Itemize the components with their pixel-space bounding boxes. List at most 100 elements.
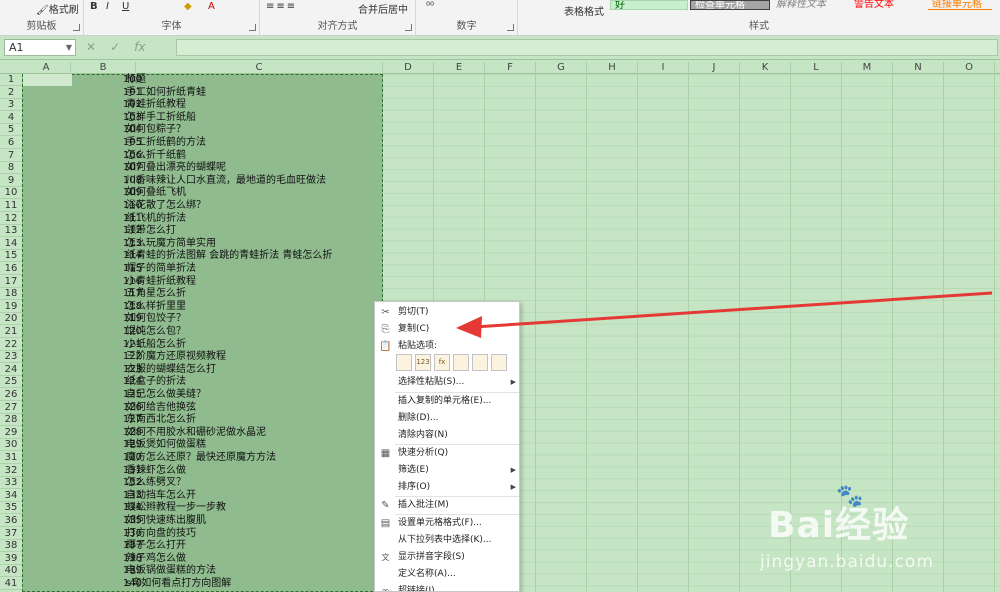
row-header[interactable]: 12 bbox=[0, 213, 22, 225]
table-row[interactable]: 114 纸青蛙的折法图解 会跳的青蛙折法 青蛙怎么折 bbox=[22, 250, 383, 262]
align-icons[interactable]: ≡≡≡ bbox=[266, 1, 297, 12]
cell-c-value[interactable]: 魔方怎么还原？最快还原魔方方法 bbox=[126, 452, 276, 464]
menu-item-delete[interactable]: 删除(D)... bbox=[375, 410, 519, 427]
style-explanatory[interactable]: 解释性文本 bbox=[772, 0, 848, 10]
cell-c-value[interactable]: 小青蛙折纸教程 bbox=[126, 276, 196, 288]
table-row[interactable]: 113 怎么玩魔方简单实用 bbox=[22, 238, 383, 250]
style-check-cell[interactable]: 检查单元格 bbox=[690, 0, 770, 10]
cell-c-value[interactable]: 手工如何折纸青蛙 bbox=[126, 87, 206, 99]
cell-c-value[interactable]: 浴花散了怎么绑？ bbox=[126, 200, 206, 212]
alignment-launcher-icon[interactable] bbox=[405, 24, 412, 31]
column-header-n[interactable]: N bbox=[893, 62, 944, 74]
table-row[interactable]: 128 如何不用胶水和硼砂泥做水晶泥 bbox=[22, 427, 383, 439]
chevron-down-icon[interactable]: ▼ bbox=[66, 40, 72, 55]
row-header[interactable]: 6 bbox=[0, 137, 22, 149]
row-header[interactable]: 38 bbox=[0, 540, 22, 553]
table-row[interactable]: 107 如何叠出漂亮的蝴蝶呢 bbox=[22, 162, 383, 174]
table-row[interactable]: 108 川香味辣让人口水直流，最地道的毛血旺做法 bbox=[22, 175, 383, 187]
table-row[interactable]: 111 纸飞机的折法 bbox=[22, 213, 383, 225]
insert-function-icon[interactable]: fx bbox=[134, 40, 145, 54]
table-row[interactable]: 119 如何包饺子？ bbox=[22, 313, 383, 325]
table-row[interactable]: 116 小青蛙折纸教程 bbox=[22, 276, 383, 288]
table-row[interactable]: 106 怎么折千纸鹤 bbox=[22, 150, 383, 162]
column-header-h[interactable]: H bbox=[587, 62, 638, 74]
table-row[interactable]: 132 怎么练劈叉？ bbox=[22, 477, 383, 489]
fill-color-icon[interactable]: ◆ bbox=[184, 1, 192, 12]
row-header[interactable]: 17 bbox=[0, 276, 22, 288]
row-header[interactable]: 13 bbox=[0, 225, 22, 238]
column-header-d[interactable]: D bbox=[383, 62, 434, 74]
table-row[interactable]: 117 五角星怎么折 bbox=[22, 288, 383, 300]
cell-c-value[interactable]: 帽子的简单折法 bbox=[126, 263, 196, 275]
cell-c-value[interactable]: 如何包粽子？ bbox=[126, 124, 186, 136]
row-header[interactable]: 10 bbox=[0, 187, 22, 200]
cell-c-value[interactable]: 手工折纸鹤的方法 bbox=[126, 137, 206, 149]
cancel-icon[interactable]: ✕ bbox=[86, 40, 96, 54]
number-launcher-icon[interactable] bbox=[507, 24, 514, 31]
menu-item-sort[interactable]: 排序(O) ▶ bbox=[375, 479, 519, 496]
table-row[interactable]: 103 怎样手工折纸船 bbox=[22, 112, 383, 124]
menu-item-format-cells[interactable]: ▤ 设置单元格格式(F)... bbox=[375, 515, 519, 532]
cell-c-value[interactable]: 如何叠纸飞机 bbox=[126, 187, 186, 199]
row-header[interactable]: 5 bbox=[0, 124, 22, 137]
cell-c-value[interactable]: 辣子鸡怎么做 bbox=[126, 553, 186, 565]
menu-item-clear[interactable]: 清除内容(N) bbox=[375, 427, 519, 444]
column-header-f[interactable]: F bbox=[485, 62, 536, 74]
row-header[interactable]: 25 bbox=[0, 376, 22, 389]
row-header[interactable]: 9 bbox=[0, 175, 22, 187]
table-row[interactable]: 139 电饭锅做蛋糕的方法 bbox=[22, 565, 383, 577]
cell-c-value[interactable]: 如何叠出漂亮的蝴蝶呢 bbox=[126, 162, 226, 174]
cell-c-value[interactable]: 纸青蛙的折法图解 会跳的青蛙折法 青蛙怎么折 bbox=[126, 250, 332, 262]
table-row[interactable]: 100 标题 bbox=[22, 74, 383, 86]
table-row[interactable]: 102 青蛙折纸教程 bbox=[22, 99, 383, 111]
table-row[interactable]: 126 如何给吉他换弦 bbox=[22, 402, 383, 414]
cell-c-value[interactable]: 自动挡车怎么开 bbox=[126, 490, 196, 502]
table-row[interactable]: 138 辣子鸡怎么做 bbox=[22, 553, 383, 565]
row-header[interactable]: 36 bbox=[0, 515, 22, 527]
column-header-g[interactable]: G bbox=[536, 62, 587, 74]
row-header[interactable]: 19 bbox=[0, 301, 22, 313]
cell-c-value[interactable]: 五角星怎么折 bbox=[126, 288, 186, 300]
table-row[interactable]: 115 帽子的简单折法 bbox=[22, 263, 383, 275]
row-header[interactable]: 32 bbox=[0, 465, 22, 477]
menu-item-pick-list[interactable]: 从下拉列表中选择(K)... bbox=[375, 532, 519, 549]
row-header[interactable]: 41 bbox=[0, 578, 22, 590]
table-row[interactable]: 122 三阶魔方还原视频教程 bbox=[22, 351, 383, 363]
row-header[interactable]: 23 bbox=[0, 351, 22, 364]
cell-c-value[interactable]: 怎样手工折纸船 bbox=[126, 112, 196, 124]
row-header[interactable]: 29 bbox=[0, 427, 22, 439]
paste-option-icon[interactable]: fx bbox=[434, 354, 450, 371]
paste-option-icon[interactable]: 123 bbox=[415, 354, 431, 371]
table-row[interactable]: 135 如何快速练出腹肌 bbox=[22, 515, 383, 527]
cell-c-value[interactable]: 衣服的蝴蝶结怎么打 bbox=[126, 364, 216, 376]
column-header-j[interactable]: J bbox=[689, 62, 740, 74]
cell-c-value[interactable]: 蜈蚣辫教程一步一步教 bbox=[126, 502, 226, 514]
cell-c-value[interactable]: 电饭锅做蛋糕的方法 bbox=[126, 565, 216, 577]
table-row[interactable]: 120 馄饨怎么包？ bbox=[22, 326, 383, 338]
cell-c-value[interactable]: 三阶魔方还原视频教程 bbox=[126, 351, 226, 363]
cell-c-value[interactable]: 自己怎么做美缝？ bbox=[126, 389, 206, 401]
cell-c-value[interactable]: 如何给吉他换弦 bbox=[126, 402, 196, 414]
table-row[interactable]: 129 电饭煲如何做蛋糕 bbox=[22, 439, 383, 451]
table-row[interactable]: 112 领带怎么打 bbox=[22, 225, 383, 237]
row-header[interactable]: 20 bbox=[0, 313, 22, 326]
row-header[interactable]: 35 bbox=[0, 502, 22, 515]
cell-c-value[interactable]: 青蛙折纸教程 bbox=[126, 99, 186, 111]
underline-button[interactable]: U bbox=[122, 1, 129, 12]
table-row[interactable]: 127 东南西北怎么折 bbox=[22, 414, 383, 426]
style-linked-cell[interactable]: 链接单元格 bbox=[928, 0, 992, 10]
table-format-button[interactable]: 表格格式 bbox=[564, 3, 604, 18]
menu-item-hyperlink[interactable]: ∞ 超链接(I)... bbox=[375, 583, 519, 591]
cell-c-value[interactable]: 如何不用胶水和硼砂泥做水晶泥 bbox=[126, 427, 266, 439]
cell-c-value[interactable]: 纸盒子的折法 bbox=[126, 376, 186, 388]
cell-c-value[interactable]: 电饭煲如何做蛋糕 bbox=[126, 439, 206, 451]
row-header[interactable]: 37 bbox=[0, 528, 22, 540]
table-row[interactable]: 125 自己怎么做美缝？ bbox=[22, 389, 383, 401]
cell-c-value[interactable]: 怎么练劈叉？ bbox=[126, 477, 186, 489]
row-header[interactable]: 3 bbox=[0, 99, 22, 112]
table-row[interactable]: 105 手工折纸鹤的方法 bbox=[22, 137, 383, 149]
cell-c-value[interactable]: 怎么玩魔方简单实用 bbox=[126, 238, 216, 250]
row-header[interactable]: 30 bbox=[0, 439, 22, 452]
column-header-k[interactable]: K bbox=[740, 62, 791, 74]
column-header-l[interactable]: L bbox=[791, 62, 842, 74]
